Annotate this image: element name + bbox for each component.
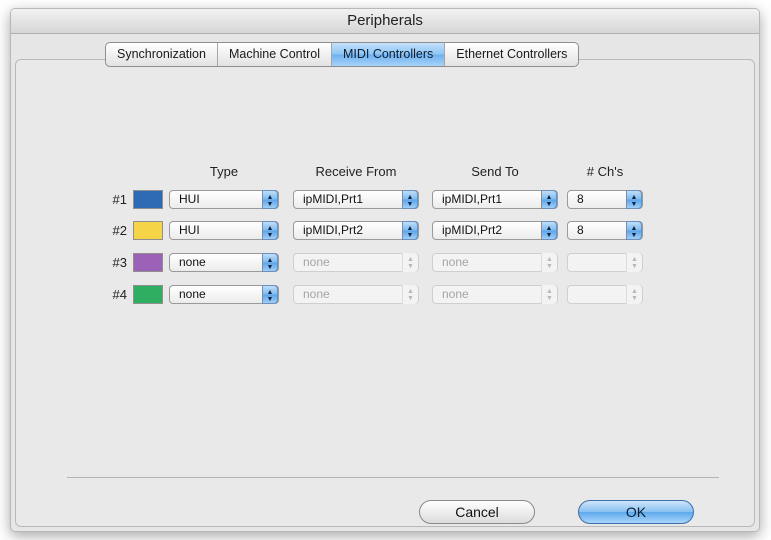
receive-from-value: ipMIDI,Prt1: [303, 192, 364, 206]
channels-value: 8: [577, 223, 584, 237]
peripherals-window: Peripherals Synchronization Machine Cont…: [10, 8, 760, 532]
receive-from-value: ipMIDI,Prt2: [303, 223, 364, 237]
send-to-popup: none ▲ ▼: [432, 253, 558, 272]
column-header-channels: # Ch's: [586, 164, 624, 179]
up-down-arrows-icon: ▲ ▼: [626, 253, 642, 272]
column-header-receive-from: Receive From: [315, 164, 397, 179]
column-header-send-to: Send To: [471, 164, 519, 179]
up-down-arrows-icon: ▲ ▼: [626, 190, 642, 209]
cancel-button[interactable]: Cancel: [419, 500, 535, 524]
channels-popup[interactable]: 8 ▲ ▼: [567, 221, 643, 240]
send-to-value: none: [442, 287, 469, 301]
receive-from-popup: none ▲ ▼: [293, 253, 419, 272]
up-down-arrows-icon: ▲ ▼: [402, 253, 418, 272]
type-value: HUI: [179, 223, 200, 237]
up-down-arrows-icon: ▲ ▼: [402, 221, 418, 240]
controller-row-label: #3: [112, 255, 127, 270]
tab-bar: Synchronization Machine Control MIDI Con…: [105, 42, 580, 67]
send-to-popup[interactable]: ipMIDI,Prt1 ▲ ▼: [432, 190, 558, 209]
type-value: HUI: [179, 192, 200, 206]
controller-row-label: #1: [112, 192, 127, 207]
ok-button[interactable]: OK: [578, 500, 694, 524]
up-down-arrows-icon: ▲ ▼: [626, 221, 642, 240]
controller-color-swatch[interactable]: [133, 285, 163, 304]
type-popup[interactable]: HUI ▲ ▼: [169, 221, 279, 240]
channels-popup: ▲ ▼: [567, 285, 643, 304]
receive-from-value: none: [303, 255, 330, 269]
type-popup[interactable]: none ▲ ▼: [169, 253, 279, 272]
window-title: Peripherals: [11, 9, 759, 34]
up-down-arrows-icon: ▲ ▼: [262, 253, 278, 272]
controller-row-label: #4: [112, 287, 127, 302]
receive-from-value: none: [303, 287, 330, 301]
type-value: none: [179, 255, 206, 269]
channels-popup: ▲ ▼: [567, 253, 643, 272]
up-down-arrows-icon: ▲ ▼: [262, 190, 278, 209]
send-to-value: ipMIDI,Prt1: [442, 192, 503, 206]
up-down-arrows-icon: ▲ ▼: [541, 190, 557, 209]
tab-midi-controllers[interactable]: MIDI Controllers: [331, 43, 446, 66]
send-to-popup[interactable]: ipMIDI,Prt2 ▲ ▼: [432, 221, 558, 240]
up-down-arrows-icon: ▲ ▼: [626, 285, 642, 304]
tab-synchronization[interactable]: Synchronization: [106, 43, 218, 66]
controller-color-swatch[interactable]: [133, 190, 163, 209]
tab-ethernet-controllers[interactable]: Ethernet Controllers: [445, 43, 578, 66]
column-header-type: Type: [209, 164, 239, 179]
up-down-arrows-icon: ▲ ▼: [262, 221, 278, 240]
controller-color-swatch[interactable]: [133, 253, 163, 272]
receive-from-popup[interactable]: ipMIDI,Prt2 ▲ ▼: [293, 221, 419, 240]
up-down-arrows-icon: ▲ ▼: [402, 285, 418, 304]
send-to-popup: none ▲ ▼: [432, 285, 558, 304]
type-popup[interactable]: none ▲ ▼: [169, 285, 279, 304]
divider: [67, 477, 719, 478]
up-down-arrows-icon: ▲ ▼: [541, 285, 557, 304]
controller-row-label: #2: [112, 223, 127, 238]
up-down-arrows-icon: ▲ ▼: [262, 285, 278, 304]
up-down-arrows-icon: ▲ ▼: [541, 221, 557, 240]
type-value: none: [179, 287, 206, 301]
send-to-value: ipMIDI,Prt2: [442, 223, 503, 237]
up-down-arrows-icon: ▲ ▼: [541, 253, 557, 272]
type-popup[interactable]: HUI ▲ ▼: [169, 190, 279, 209]
receive-from-popup: none ▲ ▼: [293, 285, 419, 304]
tab-machine-control[interactable]: Machine Control: [218, 43, 332, 66]
channels-popup[interactable]: 8 ▲ ▼: [567, 190, 643, 209]
receive-from-popup[interactable]: ipMIDI,Prt1 ▲ ▼: [293, 190, 419, 209]
controller-color-swatch[interactable]: [133, 221, 163, 240]
send-to-value: none: [442, 255, 469, 269]
up-down-arrows-icon: ▲ ▼: [402, 190, 418, 209]
channels-value: 8: [577, 192, 584, 206]
